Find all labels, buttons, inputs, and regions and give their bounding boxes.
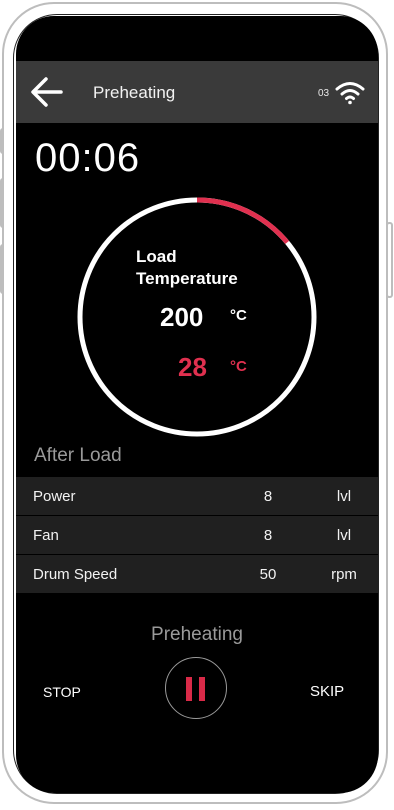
row-unit: lvl — [336, 527, 352, 544]
after-load-table: Power 8 lvl Fan 8 lvl Drum Speed 50 rpm — [16, 477, 378, 594]
back-button[interactable] — [28, 75, 64, 109]
back-arrow-icon — [31, 77, 63, 107]
row-unit: lvl — [336, 488, 352, 505]
wifi-icon — [335, 82, 365, 105]
gauge-progress-arc — [196, 197, 290, 245]
page-title: Preheating — [93, 83, 176, 102]
skip-button[interactable]: SKIP — [310, 683, 344, 700]
stop-button[interactable]: STOP — [43, 684, 81, 700]
current-temperature-unit: °C — [230, 358, 247, 375]
table-row: Power 8 lvl — [16, 477, 378, 516]
elapsed-timer: 00:06 — [35, 136, 141, 180]
after-load-heading: After Load — [34, 445, 122, 466]
row-label: Power — [33, 488, 76, 505]
app-screen: Preheating 03 00:06 Load Temperature 200… — [16, 16, 378, 793]
table-row: Fan 8 lvl — [16, 516, 378, 555]
row-label: Fan — [33, 527, 59, 544]
signal-count: 03 — [318, 88, 330, 99]
target-temperature-unit: °C — [230, 307, 247, 324]
current-temperature: 28 — [178, 352, 207, 382]
table-row: Drum Speed 50 rpm — [16, 555, 378, 594]
pause-button[interactable] — [165, 657, 227, 719]
target-temperature: 200 — [160, 302, 204, 332]
pause-bar-left — [186, 677, 192, 701]
top-bar: Preheating 03 — [16, 61, 378, 123]
row-value: 8 — [263, 527, 273, 544]
row-value: 8 — [263, 488, 273, 505]
status-label: Preheating — [151, 624, 243, 645]
pause-bar-right — [199, 677, 205, 701]
row-value: 50 — [259, 566, 277, 583]
row-label: Drum Speed — [33, 566, 118, 583]
row-unit: rpm — [331, 566, 357, 583]
gauge-title: Load Temperature — [136, 247, 238, 288]
